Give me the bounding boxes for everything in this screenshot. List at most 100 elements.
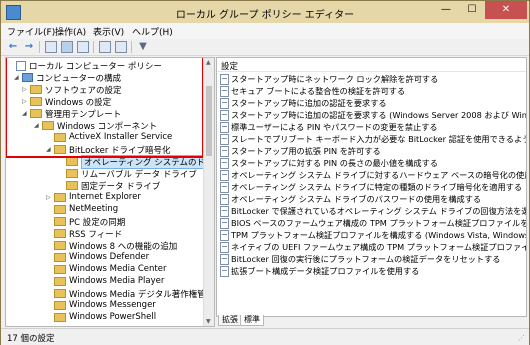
list-item[interactable]: BitLocker 回復の実行後にプラットフォームの検証データをリセットする: [217, 253, 526, 265]
back-arrow-icon[interactable]: ←: [7, 41, 19, 53]
forward-arrow-icon[interactable]: →: [23, 41, 35, 53]
app-window: ローカル グループ ポリシー エディター — ☐ ✕ ファイル(F) 操作(A)…: [0, 0, 530, 345]
list-item[interactable]: BIOS ベースのファームウェア構成の TPM プラットフォーム検証プロファイル…: [217, 217, 526, 229]
tree-item-label: Windows Messenger: [69, 300, 156, 310]
list-item[interactable]: スタートアップ時に追加の認証を要求する: [217, 97, 526, 109]
tree-item-internet-explorer[interactable]: ▷ Internet Explorer: [46, 192, 141, 204]
tab-standard[interactable]: 標準: [240, 315, 264, 326]
tree-item-powershell[interactable]: Windows PowerShell: [46, 312, 156, 324]
list-item[interactable]: オペレーティング システム ドライブに対するハードウェア ベースの暗号化の使用を…: [217, 169, 526, 181]
tree-item-label: Internet Explorer: [69, 192, 141, 202]
list-item[interactable]: スレートでプリブート キーボード入力が必要な BitLocker 認証を使用でき…: [217, 133, 526, 145]
list-item-label: スタートアップ用の拡張 PIN を許可する: [231, 146, 381, 156]
list-item-label: BIOS ベースのファームウェア構成の TPM プラットフォーム検証プロファイル…: [231, 218, 526, 228]
folder-icon: [66, 169, 78, 178]
tree-item-windows8-features[interactable]: Windows 8 への機能の追加: [46, 240, 177, 252]
setting-icon: [220, 98, 229, 109]
menu-action[interactable]: 操作(A): [55, 25, 86, 38]
properties-icon[interactable]: [115, 41, 127, 53]
tree-item-windows-defender[interactable]: Windows Defender: [46, 252, 149, 264]
column-header-setting[interactable]: 設定: [221, 60, 238, 72]
setting-icon: [220, 206, 229, 217]
toolbar-separator: [39, 41, 40, 53]
help-icon[interactable]: [99, 41, 111, 53]
list-item-label: スタートアップに対する PIN の長さの最小値を構成する: [231, 158, 438, 168]
tree-item-pc-sync[interactable]: PC 設定の同期: [46, 216, 125, 228]
menu-help[interactable]: ヘルプ(H): [132, 25, 173, 38]
tree-pane[interactable]: ローカル コンピューター ポリシー ◢ コンピューターの構成 ▷ ソフトウェアの設定…: [5, 57, 215, 327]
tree-item-media-center[interactable]: Windows Media Center: [46, 264, 166, 276]
tree-item-label: Windows Media Player: [69, 276, 165, 286]
tree-item-label: Windows PowerShell: [69, 312, 157, 322]
list-item-label: スレートでプリブート キーボード入力が必要な BitLocker 認証を使用でき…: [231, 134, 526, 144]
tree-item-label: Windows Media デジタル著作権管理: [69, 290, 215, 300]
setting-icon: [220, 254, 229, 265]
list-item[interactable]: 拡張ブート構成データ検証プロファイルを使用する: [217, 265, 526, 277]
tree-item-messenger[interactable]: Windows Messenger: [46, 300, 156, 312]
list-item[interactable]: オペレーティング システム ドライブに特定の種類のドライブ暗号化を適用する: [217, 181, 526, 193]
list-column-header[interactable]: 設定: [217, 58, 526, 72]
up-folder-icon[interactable]: [45, 41, 57, 53]
resize-grip-icon[interactable]: ⋰: [518, 334, 527, 343]
tree-item-removable-drives[interactable]: リムーバブル データ ドライブ: [58, 168, 197, 180]
toolbar-separator-2: [93, 41, 94, 53]
tree-item-label: Windows Media Center: [69, 264, 167, 274]
tree-item-netmeeting[interactable]: NetMeeting: [46, 204, 118, 216]
list-item[interactable]: スタートアップ用の拡張 PIN を許可する: [217, 145, 526, 157]
close-button[interactable]: ✕: [485, 1, 527, 19]
scroll-up-icon[interactable]: ▲: [206, 59, 211, 66]
list-item-label: ネイティブの UEFI ファームウェア構成の TPM プラットフォーム検証プロフ…: [231, 242, 526, 252]
show-hide-tree-icon[interactable]: [61, 41, 73, 53]
tree-expander[interactable]: ▷: [46, 194, 54, 201]
menu-file[interactable]: ファイル(F): [7, 25, 55, 38]
tree-vertical-scrollbar[interactable]: ▲ ▼: [203, 58, 214, 326]
list-item-label: オペレーティング システム ドライブに対するハードウェア ベースの暗号化の使用を…: [231, 170, 526, 180]
folder-icon: [54, 229, 66, 238]
folder-icon: [54, 301, 66, 310]
list-item[interactable]: オペレーティング システム ドライブのパスワードの使用を構成する: [217, 193, 526, 205]
scroll-down-icon[interactable]: ▼: [206, 318, 211, 325]
tree-item-label: RSS フィード: [69, 230, 123, 240]
list-item[interactable]: BitLocker で保護されているオペレーティング システム ドライブの回復方…: [217, 205, 526, 217]
menu-bar: ファイル(F) 操作(A) 表示(V) ヘルプ(H): [1, 23, 529, 39]
list-item[interactable]: セキュア ブートによる整合性の検証を許可する: [217, 85, 526, 97]
setting-icon: [220, 230, 229, 241]
list-item-label: 拡張ブート構成データ検証プロファイルを使用する: [231, 266, 420, 276]
tree-item-fixed-drives[interactable]: 固定データ ドライブ: [58, 180, 160, 192]
filter-icon[interactable]: ▼: [137, 41, 149, 53]
setting-icon: [220, 146, 229, 157]
list-item[interactable]: 標準ユーザーによる PIN やパスワードの変更を禁止する: [217, 121, 526, 133]
title-bar: ローカル グループ ポリシー エディター — ☐ ✕: [1, 1, 529, 23]
list-item[interactable]: スタートアップに対する PIN の長さの最小値を構成する: [217, 157, 526, 169]
scroll-thumb[interactable]: [206, 86, 212, 156]
setting-icon: [220, 134, 229, 145]
folder-icon: [66, 181, 78, 190]
folder-icon: [54, 253, 66, 262]
list-item-label: セキュア ブートによる整合性の検証を許可する: [231, 86, 406, 96]
list-item[interactable]: ネイティブの UEFI ファームウェア構成の TPM プラットフォーム検証プロフ…: [217, 241, 526, 253]
tree-item-media-player[interactable]: Windows Media Player: [46, 276, 164, 288]
setting-icon: [220, 266, 229, 277]
list-item-label: スタートアップ時にネットワーク ロック解除を許可する: [231, 74, 439, 84]
red-highlight-box: [6, 58, 204, 158]
menu-view[interactable]: 表示(V): [93, 25, 124, 38]
tree-item-rss-feeds[interactable]: RSS フィード: [46, 228, 122, 240]
status-count: 17 個の設定: [7, 334, 55, 344]
minimize-button[interactable]: —: [433, 1, 459, 19]
list-item-label: BitLocker 回復の実行後にプラットフォームの検証データをリセットする: [231, 254, 501, 264]
export-list-icon[interactable]: [77, 41, 89, 53]
folder-icon: [54, 217, 66, 226]
maximize-button[interactable]: ☐: [459, 1, 485, 19]
list-item[interactable]: スタートアップ時に追加の認証を要求する (Windows Server 2008…: [217, 109, 526, 121]
list-item-label: スタートアップ時に追加の認証を要求する (Windows Server 2008…: [231, 110, 526, 120]
settings-list[interactable]: 設定 スタートアップ時にネットワーク ロック解除を許可する セキュア ブートによ…: [216, 57, 527, 317]
toolbar: ← → ▼: [1, 39, 529, 56]
folder-icon: [54, 313, 66, 322]
tree-item-media-drm[interactable]: Windows Media デジタル著作権管理: [46, 288, 214, 300]
list-item[interactable]: TPM プラットフォーム検証プロファイルを構成する (Windows Vista…: [217, 229, 526, 241]
tree-item-label: NetMeeting: [69, 204, 119, 214]
setting-icon: [220, 194, 229, 205]
setting-icon: [220, 122, 229, 133]
list-item[interactable]: スタートアップ時にネットワーク ロック解除を許可する: [217, 73, 526, 85]
tab-extended[interactable]: 拡張: [218, 315, 242, 326]
